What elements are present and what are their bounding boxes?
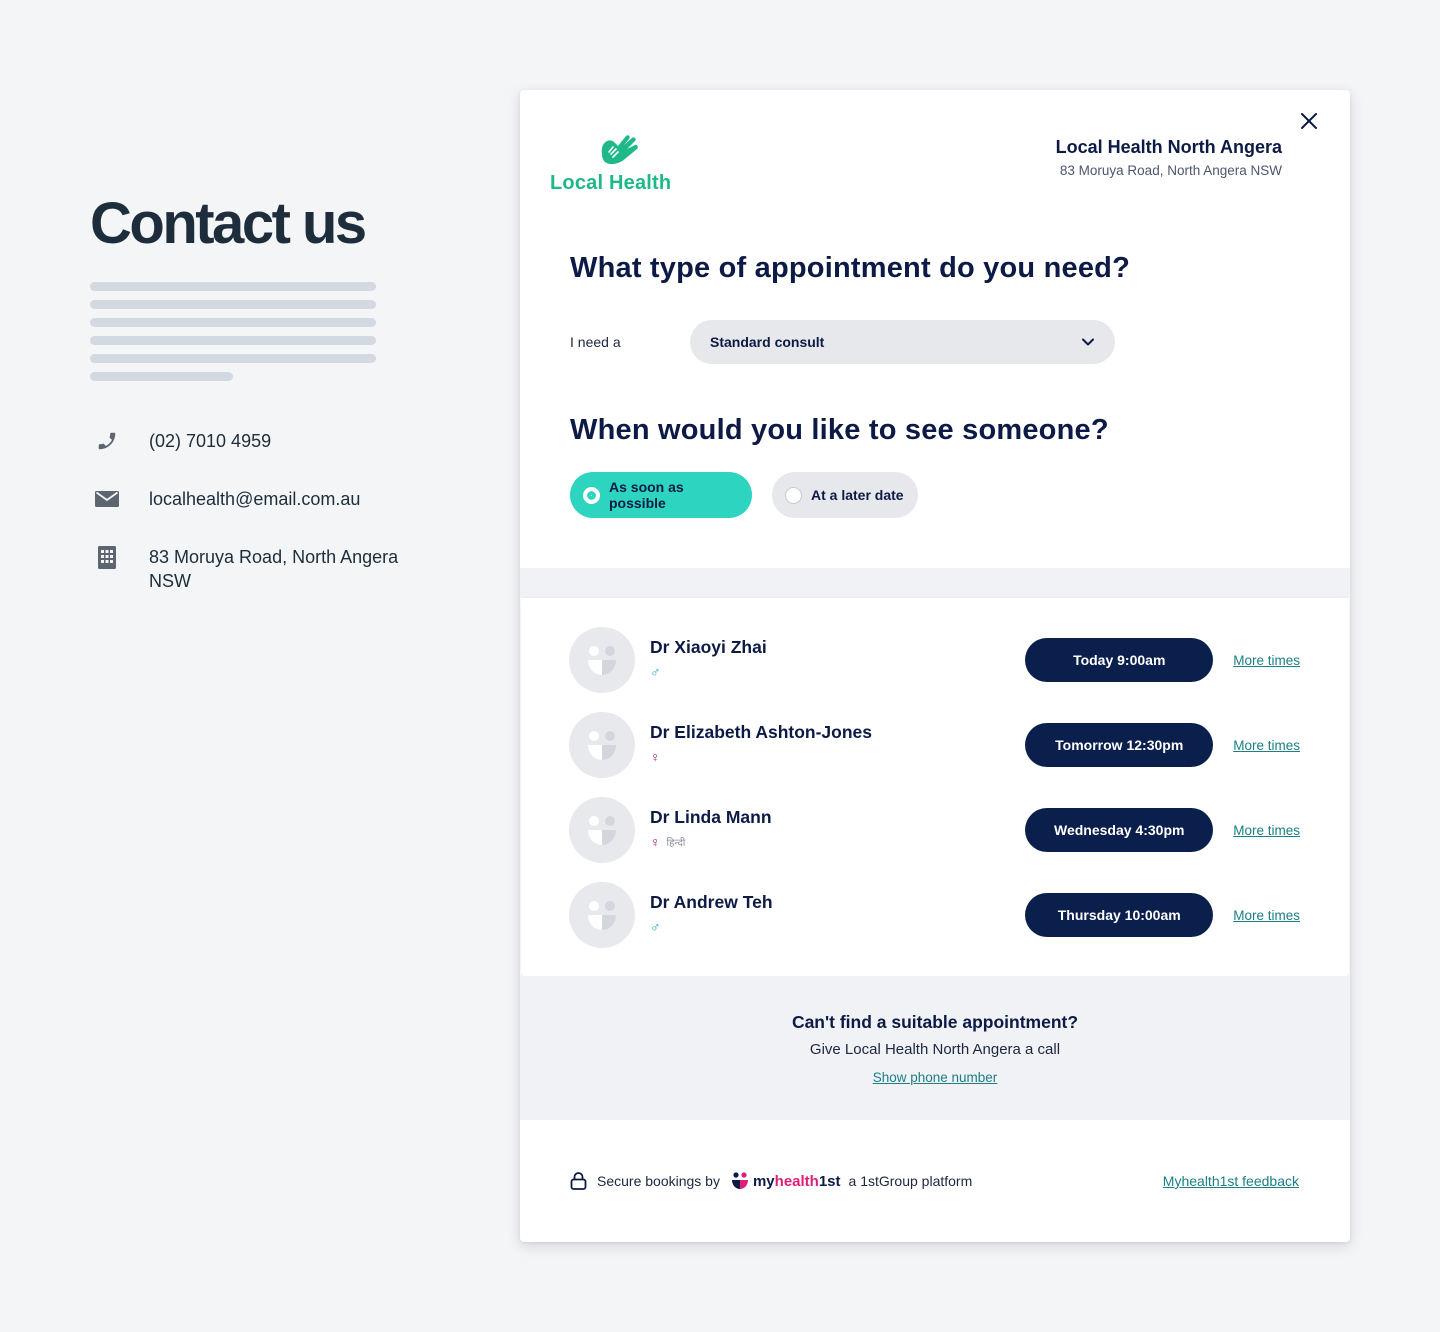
placeholder-line: [90, 282, 376, 291]
more-times-link[interactable]: More times: [1233, 738, 1300, 753]
placeholder-line: [90, 300, 376, 309]
more-times-link[interactable]: More times: [1233, 823, 1300, 838]
contact-title: Contact us: [90, 191, 367, 256]
myhealth1st-smile-icon: [731, 1172, 748, 1189]
doctor-row: Dr Linda Mann ♀ हिन्दी Wednesday 4:30pm …: [569, 797, 1300, 863]
avatar-placeholder-icon: [588, 901, 616, 930]
practice-name: Local Health North Angera: [1055, 137, 1282, 157]
contact-address-text: 83 Moruya Road, North Angera NSW: [149, 547, 399, 591]
appointment-type-heading: What type of appointment do you need?: [570, 252, 1130, 284]
platform-text: a 1stGroup platform: [848, 1173, 973, 1189]
building-icon: [95, 545, 119, 569]
contact-phone: (02) 7010 4959: [90, 429, 450, 453]
local-health-logo: Local Health: [550, 132, 690, 195]
brand-health: health: [774, 1172, 819, 1190]
next-available-time-button[interactable]: Tomorrow 12:30pm: [1025, 723, 1214, 767]
radio-later-label: At a later date: [811, 487, 904, 503]
doctor-name: Dr Elizabeth Ashton-Jones: [650, 722, 873, 742]
next-available-time-button[interactable]: Today 9:00am: [1025, 638, 1214, 682]
avatar-placeholder-icon: [588, 731, 616, 760]
male-icon: ♂: [650, 919, 661, 935]
placeholder-line: [90, 318, 376, 327]
when-heading: When would you like to see someone?: [570, 414, 1109, 446]
feedback-link[interactable]: Myhealth1st feedback: [1163, 1173, 1299, 1189]
doctor-list: Dr Xiaoyi Zhai ♂ Today 9:00am More times…: [521, 598, 1349, 976]
myhealth1st-logo: my health 1st: [730, 1172, 841, 1190]
cant-find-subtitle: Give Local Health North Angera a call: [809, 1041, 1061, 1058]
secure-bookings-text: Secure bookings by: [597, 1173, 720, 1189]
need-label: I need a: [570, 334, 621, 350]
more-times-link[interactable]: More times: [1233, 653, 1300, 668]
next-available-time-button[interactable]: Wednesday 4:30pm: [1025, 808, 1214, 852]
doctor-language: हिन्दी: [666, 838, 686, 849]
placeholder-line: [90, 336, 376, 345]
phone-icon: [95, 429, 119, 453]
placeholder-text-block: [90, 282, 450, 381]
avatar: [569, 627, 635, 693]
more-times-link[interactable]: More times: [1233, 908, 1300, 923]
show-phone-number-link[interactable]: Show phone number: [873, 1070, 998, 1085]
next-available-time-button[interactable]: Thursday 10:00am: [1025, 893, 1214, 937]
practice-address: 83 Moruya Road, North Angera NSW: [1059, 163, 1282, 178]
contact-phone-text[interactable]: (02) 7010 4959: [149, 429, 271, 453]
female-icon: ♀: [650, 749, 661, 765]
doctor-name: Dr Xiaoyi Zhai: [650, 637, 767, 657]
brand-1st: 1st: [818, 1172, 841, 1190]
appointment-type-select[interactable]: Standard consult: [690, 320, 1115, 364]
logo-text: Local Health: [550, 172, 672, 194]
chevron-down-icon: [1082, 338, 1094, 346]
placeholder-line: [90, 354, 376, 363]
doctor-name: Dr Linda Mann: [650, 807, 772, 827]
booking-modal: Local Health Local Health North Angera 8…: [520, 90, 1350, 1242]
cant-find-section: Can't find a suitable appointment? Give …: [520, 976, 1350, 1120]
appointment-type-value: Standard consult: [710, 334, 825, 350]
contact-list: (02) 7010 4959 localhealth@email.com.au …: [90, 429, 450, 593]
close-icon: [1301, 113, 1317, 129]
radio-selected-icon: [583, 486, 600, 504]
close-button[interactable]: [1298, 110, 1320, 132]
doctor-name: Dr Andrew Teh: [650, 892, 773, 912]
contact-email: localhealth@email.com.au: [90, 487, 450, 511]
contact-address: 83 Moruya Road, North Angera NSW: [90, 545, 450, 593]
avatar-placeholder-icon: [588, 646, 616, 675]
radio-asap[interactable]: As soon as possible: [570, 472, 752, 518]
when-radio-group: As soon as possible At a later date: [570, 472, 918, 518]
radio-unselected-icon: [785, 486, 802, 504]
placeholder-line: [90, 372, 233, 381]
section-divider: [520, 568, 1350, 598]
contact-email-text[interactable]: localhealth@email.com.au: [149, 487, 360, 511]
lock-icon: [570, 1172, 587, 1190]
modal-footer: Secure bookings by my health 1st a 1stGrou…: [570, 1170, 1299, 1192]
avatar: [569, 797, 635, 863]
avatar-placeholder-icon: [588, 816, 616, 845]
radio-later-date[interactable]: At a later date: [772, 472, 918, 518]
hands-logo-icon: [601, 135, 638, 165]
male-icon: ♂: [650, 664, 661, 680]
brand-my: my: [752, 1172, 775, 1190]
radio-asap-label: As soon as possible: [609, 479, 684, 511]
doctor-row: Dr Xiaoyi Zhai ♂ Today 9:00am More times: [569, 627, 1300, 693]
cant-find-title: Can't find a suitable appointment?: [791, 1012, 1079, 1032]
doctor-row: Dr Elizabeth Ashton-Jones ♀ Tomorrow 12:…: [569, 712, 1300, 778]
female-icon: ♀: [650, 834, 661, 850]
practice-info: Local Health North Angera 83 Moruya Road…: [1056, 136, 1282, 178]
avatar: [569, 882, 635, 948]
envelope-icon: [95, 487, 119, 511]
avatar: [569, 712, 635, 778]
contact-section: Contact us (02) 7010 4959 localhealth@em…: [90, 190, 450, 627]
doctor-row: Dr Andrew Teh ♂ Thursday 10:00am More ti…: [569, 882, 1300, 948]
